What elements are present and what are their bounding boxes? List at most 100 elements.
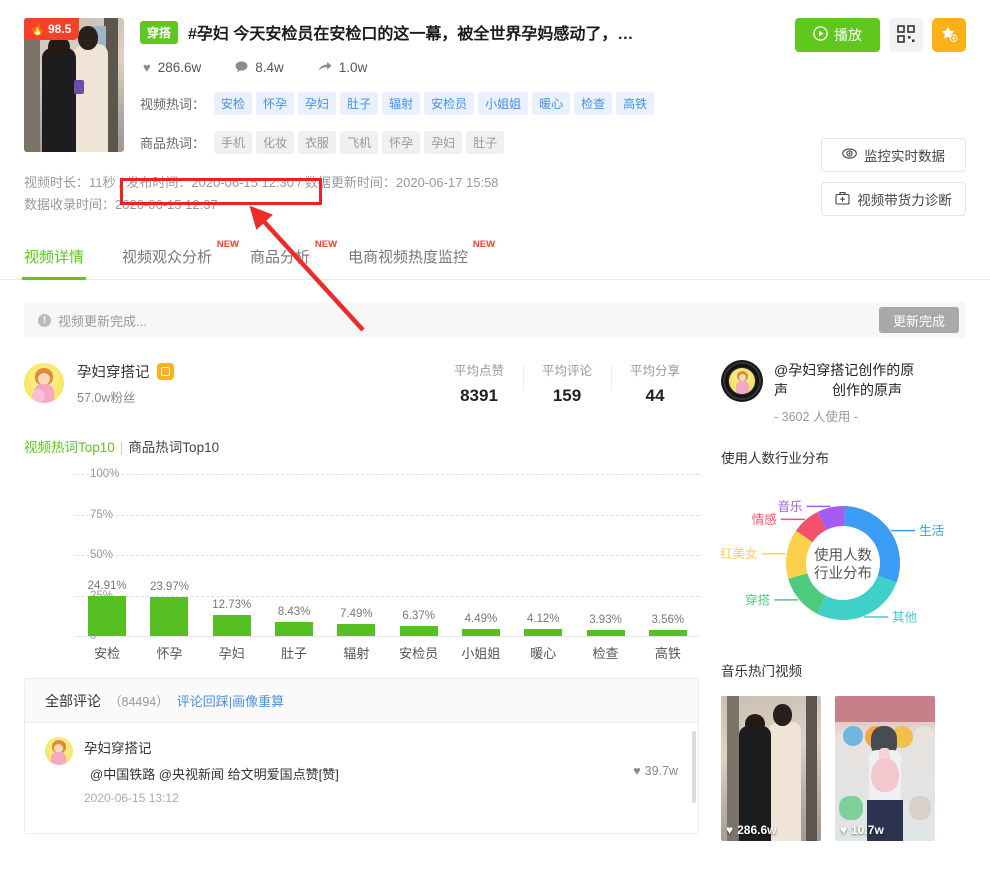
update-label: 数据更新时间： — [305, 175, 396, 190]
video-keyword-chip[interactable]: 检查 — [574, 92, 612, 115]
chart-bar-column[interactable]: 6.37% — [387, 474, 449, 636]
chart-x-label: 肚子 — [263, 638, 325, 664]
donut-segment[interactable] — [817, 576, 897, 620]
tab-label: 视频观众分析 — [122, 249, 212, 266]
chart-x-label: 安检员 — [387, 638, 449, 664]
thumb-shape — [74, 80, 84, 94]
tab-ecommerce-heat-monitor[interactable]: 电商视频热度监控 NEW — [348, 246, 468, 279]
duration-value: 11秒 — [89, 175, 116, 190]
video-keyword-chip[interactable]: 高铁 — [616, 92, 654, 115]
music-name-line1: @孕妇穿搭记创作的原 — [774, 362, 914, 378]
comments-action-link[interactable]: 评论回踩|画像重算 — [177, 691, 284, 710]
chart-bar-column[interactable]: 4.49% — [450, 474, 512, 636]
chart-bar-value: 23.97% — [150, 581, 189, 593]
tab-audience-analysis[interactable]: 视频观众分析 NEW — [122, 246, 212, 279]
donut-label: 音乐 — [778, 499, 803, 514]
notice-text: 视频更新完成... — [58, 311, 147, 330]
chart-bar-column[interactable]: 12.73% — [201, 474, 263, 636]
chart-bar-column[interactable]: 4.12% — [512, 474, 574, 636]
chart-bar-value: 3.56% — [652, 614, 685, 626]
tab-product-analysis[interactable]: 商品分析 NEW — [250, 246, 310, 279]
info-icon: ! — [38, 314, 51, 327]
list-item: 孕妇穿搭记 @中国铁路 @央视新闻 给文明爱国点赞[赞] 2020-06-15 … — [45, 737, 678, 805]
product-keyword-chip[interactable]: 手机 — [214, 131, 252, 154]
video-thumb-2[interactable]: ♥ 10.7w — [835, 696, 935, 841]
heart-icon: ♥ — [143, 61, 151, 74]
product-keyword-chip[interactable]: 肚子 — [466, 131, 504, 154]
sales-diagnosis-button[interactable]: 视频带货力诊断 — [821, 182, 966, 216]
chart-bar-value: 3.93% — [589, 614, 622, 626]
stat-comments-value: 8.4w — [255, 60, 284, 75]
vinyl-disc-icon[interactable] — [721, 360, 763, 402]
product-keyword-chip[interactable]: 怀孕 — [382, 131, 420, 154]
donut-label: 情感 — [752, 512, 777, 527]
chart-bar — [649, 630, 687, 636]
content-area: 孕妇穿搭记 57.0w粉丝 平均点赞 8391 平均评论 159 — [0, 360, 990, 841]
industry-distribution-title: 使用人数行业分布 — [721, 447, 966, 467]
commenter-name[interactable]: 孕妇穿搭记 — [84, 737, 622, 757]
video-keyword-chip[interactable]: 肚子 — [340, 92, 378, 115]
product-keyword-chip[interactable]: 化妆 — [256, 131, 294, 154]
chart-bar-column[interactable]: 7.49% — [325, 474, 387, 636]
monitor-realtime-button[interactable]: 监控实时数据 — [821, 138, 966, 172]
qr-code-button[interactable] — [889, 18, 923, 52]
video-keyword-chip[interactable]: 安检 — [214, 92, 252, 115]
chart-bar-value: 4.49% — [465, 613, 498, 625]
tab-label: 电商视频热度监控 — [348, 249, 468, 266]
author-name[interactable]: 孕妇穿搭记 — [77, 361, 150, 382]
avg-comments-value: 159 — [523, 386, 611, 406]
chart-bar-column[interactable]: 3.93% — [574, 474, 636, 636]
avg-likes-label: 平均点赞 — [435, 360, 523, 379]
video-keyword-chip[interactable]: 安检员 — [424, 92, 474, 115]
chart-bar-value: 8.43% — [278, 606, 311, 618]
thumb-shape — [78, 26, 98, 50]
video-keyword-chip[interactable]: 小姐姐 — [478, 92, 528, 115]
product-keyword-chip[interactable]: 孕妇 — [424, 131, 462, 154]
video-keyword-chip[interactable]: 暖心 — [532, 92, 570, 115]
chart-bar-value: 4.12% — [527, 613, 560, 625]
comment-icon — [235, 61, 248, 75]
chart-bar-column[interactable]: 3.56% — [637, 474, 699, 636]
avg-likes-value: 8391 — [435, 386, 523, 406]
new-badge: NEW — [315, 239, 337, 250]
product-keyword-chip[interactable]: 飞机 — [340, 131, 378, 154]
keyword-tab-video[interactable]: 视频热词Top10 — [24, 440, 115, 455]
author-fans: 57.0w粉丝 — [77, 387, 174, 406]
product-keyword-chip[interactable]: 衣服 — [298, 131, 336, 154]
video-thumbnail[interactable]: 🔥 98.5 — [24, 18, 124, 152]
heart-icon: ♥ — [840, 823, 847, 837]
comments-title: 全部评论 — [45, 691, 101, 711]
tab-video-detail[interactable]: 视频详情 — [24, 246, 84, 279]
music-name[interactable]: @孕妇穿搭记创作的原声创作的原声 — [774, 360, 966, 400]
list-item[interactable]: ♥ 286.6w — [721, 696, 821, 841]
average-stats: 平均点赞 8391 平均评论 159 平均分享 44 — [435, 360, 699, 406]
share-icon — [318, 61, 332, 75]
list-item[interactable]: ♥ 10.7w — [835, 696, 935, 841]
chart-bar-column[interactable]: 23.97% — [138, 474, 200, 636]
commenter-avatar[interactable] — [45, 737, 73, 765]
play-button[interactable]: 播放 — [795, 18, 880, 52]
star-plus-icon — [940, 25, 958, 46]
video-thumb-1[interactable]: ♥ 286.6w — [721, 696, 821, 841]
video-keyword-chip[interactable]: 怀孕 — [256, 92, 294, 115]
comments-scrollbar[interactable] — [692, 731, 696, 803]
comments-card: 全部评论 （84494） 评论回踩|画像重算 孕妇穿搭记 @中国铁路 @央视新闻… — [24, 678, 699, 834]
tab-label: 视频详情 — [24, 249, 84, 266]
video-keyword-chip[interactable]: 辐射 — [382, 92, 420, 115]
keyword-tab-product[interactable]: 商品热词Top10 — [128, 440, 219, 455]
video-keyword-chip[interactable]: 孕妇 — [298, 92, 336, 115]
tab-bar: 视频详情 视频观众分析 NEW 商品分析 NEW 电商视频热度监控 NEW — [0, 232, 990, 280]
comment-time: 2020-06-15 13:12 — [84, 791, 622, 805]
video-likes-value: 286.6w — [737, 823, 776, 837]
avatar[interactable] — [24, 363, 64, 403]
chart-bar — [150, 597, 188, 636]
chart-bar-column[interactable]: 24.91% — [76, 474, 138, 636]
favorite-button[interactable] — [932, 18, 966, 52]
avg-comments-label: 平均评论 — [523, 360, 611, 379]
update-status-button[interactable]: 更新完成 — [879, 307, 959, 333]
comments-count: （84494） — [109, 691, 169, 710]
category-tag[interactable]: 穿搭 — [140, 21, 178, 44]
briefcase-icon — [835, 191, 850, 208]
publish-value: 2020-06-15 12:30 — [191, 175, 294, 190]
chart-bar-column[interactable]: 8.43% — [263, 474, 325, 636]
